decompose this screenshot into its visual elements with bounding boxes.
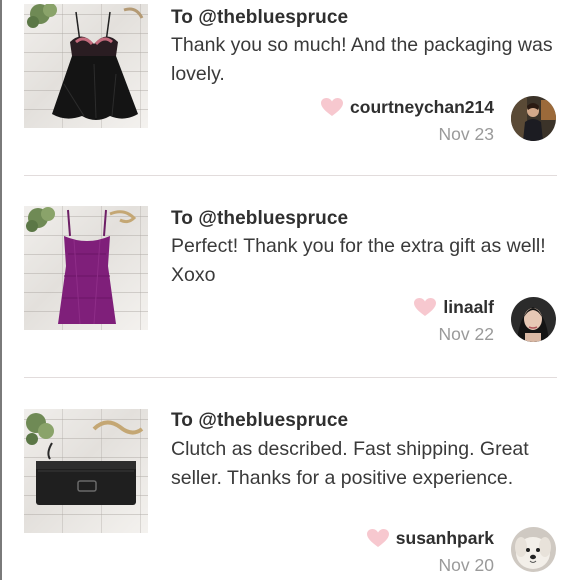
review-meta: susanhpark Nov 20 (366, 526, 494, 576)
review-text: Thank you so much! And the packaging was… (171, 34, 553, 85)
review-meta: courtneychan214 Nov 23 (320, 95, 494, 145)
review-meta: linaalf Nov 22 (413, 295, 494, 345)
heart-icon (414, 298, 437, 316)
dog-avatar[interactable] (511, 527, 556, 572)
reviewer-username[interactable]: courtneychan214 (350, 97, 494, 118)
review-card: To @thebluespruce Perfect! Thank you for… (0, 176, 580, 376)
heart-icon (321, 98, 344, 116)
review-recipient[interactable]: To @thebluespruce (171, 7, 348, 29)
user-avatar[interactable] (511, 297, 556, 342)
review-recipient[interactable]: To @thebluespruce (171, 410, 348, 432)
review-card: To @thebluespruce Clutch as described. F… (0, 378, 580, 580)
listing-thumbnail[interactable] (24, 409, 148, 533)
review-text: Clutch as described. Fast shipping. Grea… (171, 438, 529, 489)
review-recipient[interactable]: To @thebluespruce (171, 208, 348, 230)
review-date: Nov 22 (438, 324, 494, 344)
reviewer-username[interactable]: susanhpark (396, 528, 494, 549)
review-card: To @thebluespruce Thank you so much! And… (0, 0, 580, 174)
heart-icon (366, 529, 389, 547)
reviewer-username[interactable]: linaalf (443, 297, 494, 318)
black-lace-babydoll-image (27, 4, 144, 120)
listing-thumbnail[interactable] (24, 206, 148, 330)
black-clutch-image (26, 413, 144, 505)
review-date: Nov 20 (438, 555, 494, 575)
user-avatar[interactable] (511, 96, 556, 141)
purple-camisole-image (26, 207, 137, 325)
review-date: Nov 23 (438, 124, 494, 144)
review-text: Perfect! Thank you for the extra gift as… (171, 235, 546, 286)
listing-thumbnail[interactable] (24, 4, 148, 128)
